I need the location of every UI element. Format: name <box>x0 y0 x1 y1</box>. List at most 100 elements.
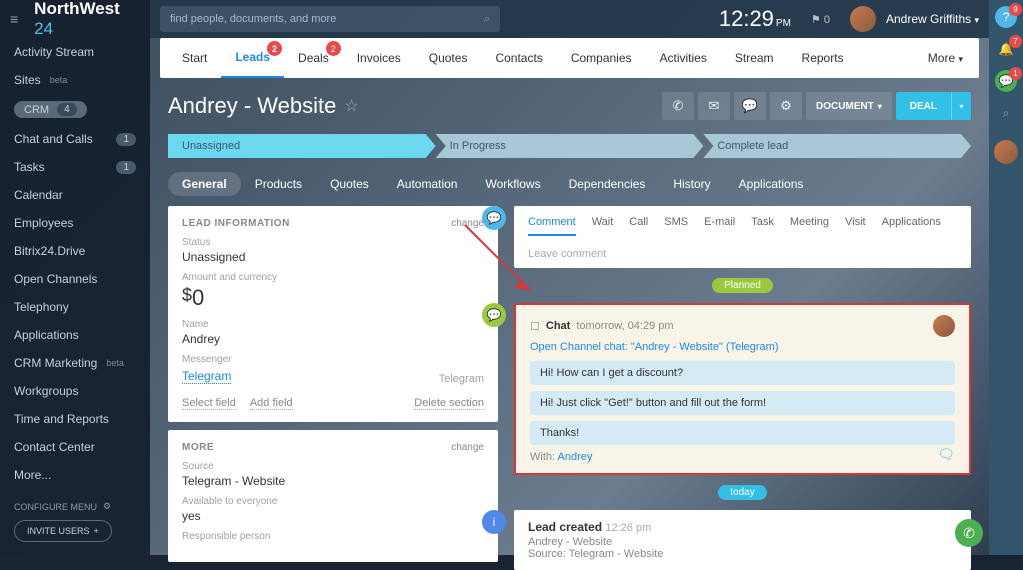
tab-start[interactable]: Start <box>168 38 221 78</box>
select-field-link[interactable]: Select field <box>182 397 236 410</box>
tab-reports[interactable]: Reports <box>788 38 858 78</box>
chevron-down-icon: ▾ <box>974 15 979 25</box>
avatar[interactable] <box>850 6 876 32</box>
sidebar-item-chat[interactable]: Chat and Calls1 <box>0 125 150 153</box>
sidebar-item-sites[interactable]: Sitesbeta <box>0 66 150 94</box>
phone-icon-button[interactable]: ✆ <box>662 92 694 120</box>
chat-label: Chat <box>546 320 570 332</box>
sidebar-item-marketing[interactable]: CRM Marketingbeta <box>0 349 150 377</box>
change-link[interactable]: change <box>451 442 484 453</box>
menu-icon[interactable]: ≡ <box>10 11 18 27</box>
act-email[interactable]: E-mail <box>704 216 735 236</box>
tab-contacts[interactable]: Contacts <box>481 38 556 78</box>
lead-info-card: LEAD INFORMATIONchange StatusUnassigned … <box>168 206 498 422</box>
topbar: find people, documents, and more⌕ 12:29P… <box>150 0 989 38</box>
tab-companies[interactable]: Companies <box>557 38 646 78</box>
deal-split-button[interactable]: ▾ <box>951 92 971 120</box>
sidebar-item-calendar[interactable]: Calendar <box>0 181 150 209</box>
subtab-general[interactable]: General <box>168 172 241 196</box>
right-rail: ?9 🔔7 💬1 ⌕ <box>989 0 1023 555</box>
deal-button[interactable]: DEAL <box>896 92 951 120</box>
act-comment[interactable]: Comment <box>528 216 576 236</box>
document-button[interactable]: DOCUMENT ▾ <box>806 92 892 120</box>
sidebar-item-time[interactable]: Time and Reports <box>0 405 150 433</box>
sidebar-item-activity[interactable]: Activity Stream <box>0 38 150 66</box>
sidebar-item-employees[interactable]: Employees <box>0 209 150 237</box>
chat-message: Hi! Just click "Get!" button and fill ou… <box>530 391 955 415</box>
bubble-icon[interactable]: 🗨 <box>937 446 955 463</box>
sidebar-item-crm[interactable]: CRM4 <box>0 94 150 125</box>
name-value: Andrey <box>182 332 484 346</box>
tab-quotes[interactable]: Quotes <box>415 38 482 78</box>
chat-with-link[interactable]: Andrey <box>558 451 593 463</box>
subtab-quotes[interactable]: Quotes <box>316 172 383 196</box>
sidebar-item-apps[interactable]: Applications <box>0 321 150 349</box>
gear-icon-button[interactable]: ⚙ <box>770 92 802 120</box>
subtab-products[interactable]: Products <box>241 172 316 196</box>
chevron-down-icon: ▾ <box>878 102 882 111</box>
page-title: Andrey - Website <box>168 93 336 119</box>
tab-stream[interactable]: Stream <box>721 38 788 78</box>
info-timeline-icon: i <box>482 510 506 534</box>
status-value: Unassigned <box>182 250 484 264</box>
star-icon[interactable]: ☆ <box>344 96 358 116</box>
tab-invoices[interactable]: Invoices <box>343 38 415 78</box>
search-rail-icon[interactable]: ⌕ <box>995 102 1017 124</box>
subtab-history[interactable]: History <box>659 172 724 196</box>
act-call[interactable]: Call <box>629 216 648 236</box>
tab-deals[interactable]: Deals2 <box>284 38 343 78</box>
add-field-link[interactable]: Add field <box>250 397 293 410</box>
act-wait[interactable]: Wait <box>592 216 614 236</box>
comment-input[interactable]: Leave comment <box>528 244 957 264</box>
user-name[interactable]: Andrew Griffiths ▾ <box>886 12 979 26</box>
more-card: MOREchange SourceTelegram - Website Avai… <box>168 430 498 562</box>
field-label: Responsible person <box>182 531 484 542</box>
sidebar-item-contact[interactable]: Contact Center <box>0 433 150 461</box>
chat-timeline-icon: 💬 <box>482 303 506 327</box>
subtab-applications[interactable]: Applications <box>725 172 818 196</box>
subtab-automation[interactable]: Automation <box>383 172 472 196</box>
tab-more[interactable]: More ▾ <box>928 51 971 65</box>
act-meeting[interactable]: Meeting <box>790 216 829 236</box>
sidebar-item-workgroups[interactable]: Workgroups <box>0 377 150 405</box>
configure-menu[interactable]: CONFIGURE MENU ⚙ <box>0 489 150 520</box>
flag-count[interactable]: ⚑ 0 <box>811 13 830 26</box>
tab-activities[interactable]: Activities <box>646 38 721 78</box>
change-link[interactable]: change <box>451 218 484 229</box>
chat-channel-link[interactable]: Open Channel chat: "Andrey - Website" (T… <box>530 341 955 353</box>
tab-leads[interactable]: Leads2 <box>221 38 284 78</box>
delete-section-link[interactable]: Delete section <box>414 397 484 410</box>
message-icon[interactable]: 💬1 <box>995 70 1017 92</box>
sidebar-item-telephony[interactable]: Telephony <box>0 293 150 321</box>
invite-users-button[interactable]: INVITE USERS + <box>14 520 112 542</box>
act-visit[interactable]: Visit <box>845 216 866 236</box>
email-icon-button[interactable]: ✉ <box>698 92 730 120</box>
act-sms[interactable]: SMS <box>664 216 688 236</box>
sidebar-item-drive[interactable]: Bitrix24.Drive <box>0 237 150 265</box>
lead-created-time: 12:26 pm <box>605 522 651 534</box>
clock: 12:29PM <box>719 6 791 32</box>
bell-icon[interactable]: 🔔7 <box>995 38 1017 60</box>
sidebar-item-more[interactable]: More... <box>0 461 150 489</box>
stage-complete[interactable]: Complete lead <box>703 134 971 158</box>
subtab-dependencies[interactable]: Dependencies <box>555 172 660 196</box>
chat-time: tomorrow, 04:29 pm <box>576 320 673 332</box>
main: find people, documents, and more⌕ 12:29P… <box>150 0 989 555</box>
act-apps[interactable]: Applications <box>882 216 941 236</box>
stage-unassigned[interactable]: Unassigned <box>168 134 436 158</box>
checkbox-icon[interactable]: ☐ <box>530 320 540 333</box>
brand-logo: NorthWest 24 <box>34 0 134 39</box>
stage-inprogress[interactable]: In Progress <box>436 134 704 158</box>
phone-fab[interactable]: ✆ <box>955 519 983 547</box>
messenger-link[interactable]: Telegram <box>182 369 231 384</box>
rail-avatar[interactable] <box>994 140 1018 164</box>
lead-created-name: Andrey - Website <box>528 536 957 548</box>
sidebar-item-tasks[interactable]: Tasks1 <box>0 153 150 181</box>
sidebar-item-channels[interactable]: Open Channels <box>0 265 150 293</box>
help-icon[interactable]: ?9 <box>995 6 1017 28</box>
search-input[interactable]: find people, documents, and more⌕ <box>160 6 500 32</box>
card-title: MORE <box>182 442 214 453</box>
act-task[interactable]: Task <box>751 216 774 236</box>
chat-icon-button[interactable]: 💬 <box>734 92 766 120</box>
subtab-workflows[interactable]: Workflows <box>471 172 554 196</box>
